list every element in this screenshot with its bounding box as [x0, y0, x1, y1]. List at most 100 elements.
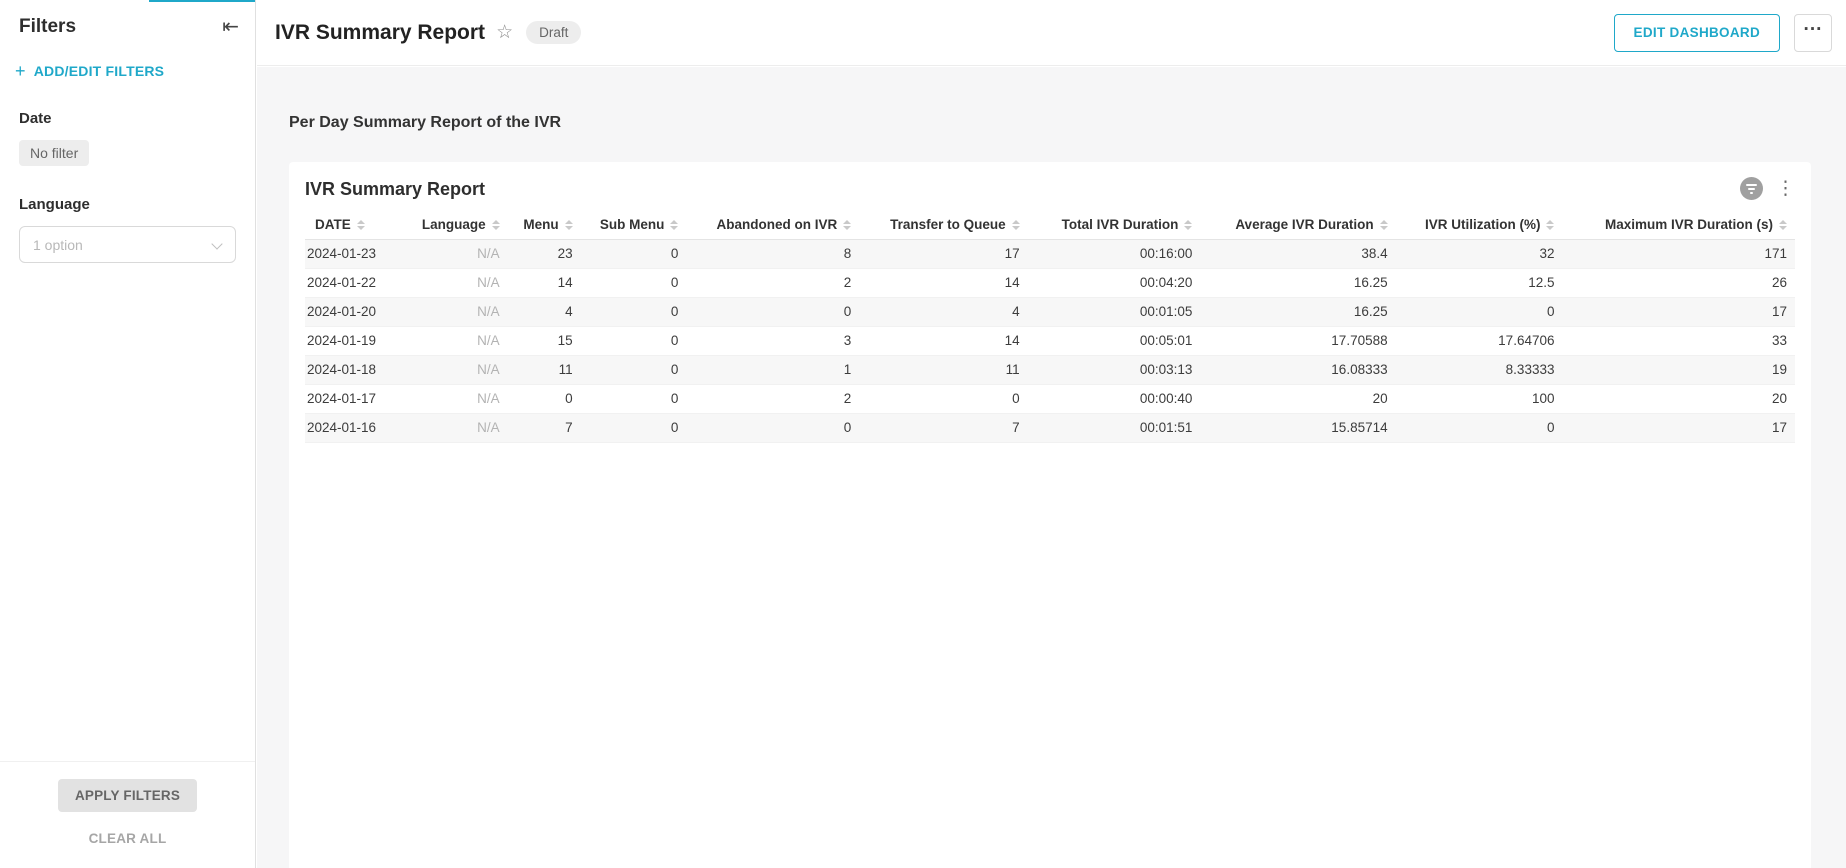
- table-cell: 17.64706: [1396, 327, 1563, 356]
- language-select[interactable]: 1 option: [19, 226, 236, 263]
- table-cell: 0: [1396, 298, 1563, 327]
- date-filter-section: Date No filter: [0, 110, 255, 166]
- table-body: 2024-01-23N/A23081700:16:0038.4321712024…: [305, 240, 1795, 443]
- chart-options-kebab-icon[interactable]: ⋮: [1776, 179, 1795, 198]
- add-edit-filters-label: ADD/EDIT FILTERS: [34, 63, 165, 79]
- table-cell: N/A: [406, 240, 507, 269]
- sort-icon[interactable]: [492, 220, 500, 230]
- chart-card: IVR Summary Report ⋮ DATE Language Menu Sub…: [289, 162, 1811, 868]
- chart-tools: ⋮: [1740, 177, 1795, 200]
- table-cell: 20: [1562, 385, 1795, 414]
- column-header-label: Sub Menu: [600, 216, 665, 234]
- date-filter-chip[interactable]: No filter: [19, 140, 89, 166]
- more-menu-button[interactable]: ···: [1794, 14, 1832, 52]
- table-cell: 171: [1562, 240, 1795, 269]
- column-header-label: Maximum IVR Duration (s): [1605, 216, 1773, 234]
- table-cell: 4: [508, 298, 581, 327]
- table-row: 2024-01-22N/A14021400:04:2016.2512.526: [305, 269, 1795, 298]
- table-cell: 00:04:20: [1028, 269, 1201, 298]
- column-header-label: Transfer to Queue: [890, 216, 1006, 234]
- table-cell: 15.85714: [1200, 414, 1395, 443]
- sort-icon[interactable]: [357, 220, 365, 230]
- table-cell: 2024-01-22: [305, 269, 406, 298]
- sort-icon[interactable]: [1546, 220, 1554, 230]
- sort-icon[interactable]: [565, 220, 573, 230]
- column-header-label: Menu: [523, 216, 558, 234]
- table-cell: 14: [859, 269, 1027, 298]
- collapse-sidebar-icon[interactable]: ⇤: [222, 17, 239, 37]
- column-header-label: DATE: [315, 216, 351, 234]
- table-cell: 0: [581, 240, 687, 269]
- table-cell: 17: [1562, 298, 1795, 327]
- column-header-label: IVR Utilization (%): [1425, 216, 1541, 234]
- edit-dashboard-button[interactable]: EDIT DASHBOARD: [1614, 14, 1780, 52]
- table-cell: 2024-01-16: [305, 414, 406, 443]
- column-header[interactable]: Average IVR Duration: [1200, 211, 1395, 240]
- column-header[interactable]: Maximum IVR Duration (s): [1562, 211, 1795, 240]
- table-cell: 1: [686, 356, 859, 385]
- ivr-summary-table: DATE Language Menu Sub Menu Abandoned on IVR…: [305, 211, 1795, 443]
- table-cell: 15: [508, 327, 581, 356]
- column-header[interactable]: Language: [406, 211, 507, 240]
- table-cell: N/A: [406, 298, 507, 327]
- apply-filters-button[interactable]: APPLY FILTERS: [58, 779, 197, 812]
- table-cell: 7: [859, 414, 1027, 443]
- table-cell: 0: [581, 298, 687, 327]
- table-cell: 0: [1396, 414, 1563, 443]
- table-cell: 0: [581, 385, 687, 414]
- status-badge: Draft: [526, 21, 581, 44]
- table-row: 2024-01-19N/A15031400:05:0117.7058817.64…: [305, 327, 1795, 356]
- column-header-label: Total IVR Duration: [1062, 216, 1179, 234]
- filters-sidebar: Filters ⇤ + ADD/EDIT FILTERS Date No fil…: [0, 0, 256, 868]
- table-cell: 2024-01-17: [305, 385, 406, 414]
- column-header[interactable]: Abandoned on IVR: [686, 211, 859, 240]
- table-row: 2024-01-20N/A400400:01:0516.25017: [305, 298, 1795, 327]
- table-cell: 0: [859, 385, 1027, 414]
- table-cell: 32: [1396, 240, 1563, 269]
- table-cell: 2024-01-20: [305, 298, 406, 327]
- table-cell: 0: [686, 414, 859, 443]
- table-cell: 2: [686, 385, 859, 414]
- column-header-label: Average IVR Duration: [1235, 216, 1373, 234]
- table-cell: N/A: [406, 385, 507, 414]
- table-cell: 2: [686, 269, 859, 298]
- dashboard-description: Per Day Summary Report of the IVR: [289, 67, 1811, 132]
- sort-icon[interactable]: [670, 220, 678, 230]
- table-cell: 3: [686, 327, 859, 356]
- plus-icon: +: [15, 62, 26, 80]
- table-row: 2024-01-17N/A002000:00:402010020: [305, 385, 1795, 414]
- favorite-star-icon[interactable]: ☆: [496, 21, 513, 44]
- table-cell: 0: [581, 414, 687, 443]
- sort-icon[interactable]: [843, 220, 851, 230]
- column-header[interactable]: IVR Utilization (%): [1396, 211, 1563, 240]
- dashboard-header: IVR Summary Report ☆ Draft EDIT DASHBOAR…: [257, 0, 1846, 66]
- table-cell: 0: [581, 356, 687, 385]
- sidebar-accent-line: [149, 0, 255, 2]
- table-cell: 8: [686, 240, 859, 269]
- table-cell: 26: [1562, 269, 1795, 298]
- clear-all-button[interactable]: CLEAR ALL: [89, 831, 167, 846]
- sort-icon[interactable]: [1380, 220, 1388, 230]
- column-header-label: Language: [422, 216, 486, 234]
- sort-icon[interactable]: [1184, 220, 1192, 230]
- column-header[interactable]: Transfer to Queue: [859, 211, 1027, 240]
- table-cell: 33: [1562, 327, 1795, 356]
- column-header[interactable]: Menu: [508, 211, 581, 240]
- table-cell: 11: [859, 356, 1027, 385]
- table-cell: 2024-01-18: [305, 356, 406, 385]
- sort-icon[interactable]: [1779, 220, 1787, 230]
- add-edit-filters-button[interactable]: + ADD/EDIT FILTERS: [0, 38, 255, 80]
- column-header[interactable]: Total IVR Duration: [1028, 211, 1201, 240]
- filter-indicator-icon[interactable]: [1740, 177, 1763, 200]
- table-cell: 00:01:51: [1028, 414, 1201, 443]
- table-cell: 16.25: [1200, 298, 1395, 327]
- table-row: 2024-01-18N/A11011100:03:1316.083338.333…: [305, 356, 1795, 385]
- table-header-row: DATE Language Menu Sub Menu Abandoned on IVR…: [305, 211, 1795, 240]
- column-header[interactable]: DATE: [305, 211, 406, 240]
- column-header[interactable]: Sub Menu: [581, 211, 687, 240]
- table-cell: N/A: [406, 269, 507, 298]
- table-cell: 11: [508, 356, 581, 385]
- table-row: 2024-01-16N/A700700:01:5115.85714017: [305, 414, 1795, 443]
- sort-icon[interactable]: [1012, 220, 1020, 230]
- chart-card-header: IVR Summary Report ⋮: [305, 179, 1795, 200]
